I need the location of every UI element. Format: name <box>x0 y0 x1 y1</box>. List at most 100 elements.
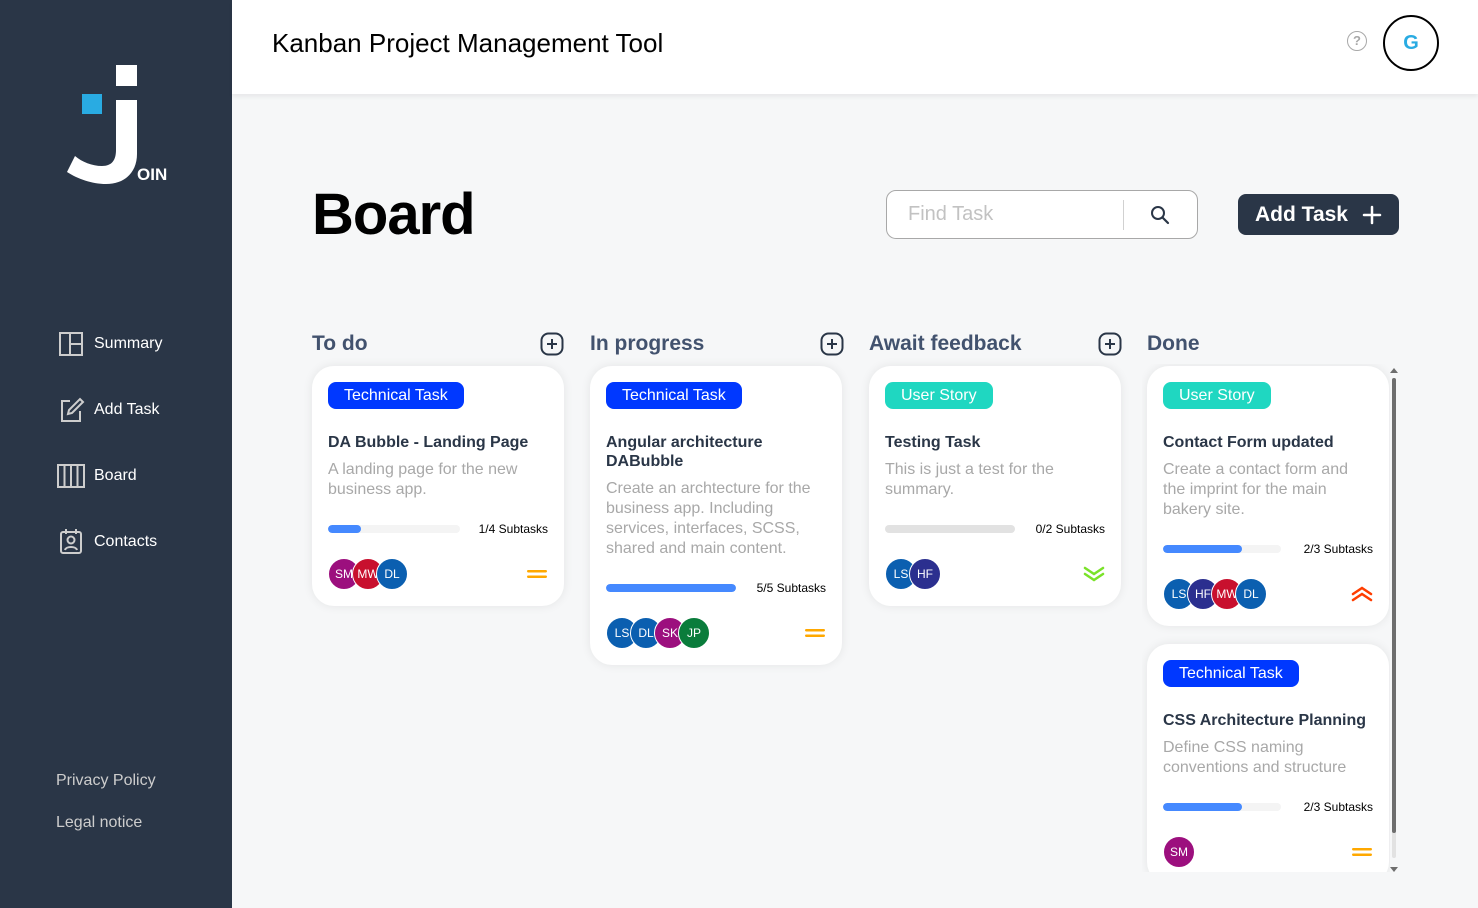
category-tag: User Story <box>885 382 993 409</box>
subtask-progress: 1/4 Subtasks <box>328 522 548 536</box>
user-avatar[interactable]: G <box>1383 15 1439 71</box>
top-header: Kanban Project Management Tool ? G <box>232 0 1478 94</box>
sidebar-item-label: Add Task <box>94 401 160 418</box>
progress-fill <box>1163 803 1242 811</box>
search-input[interactable] <box>887 203 1123 226</box>
card-description: Define CSS naming conventions and struct… <box>1163 739 1347 776</box>
progress-bar <box>885 525 1015 533</box>
add-task-icon <box>61 397 85 422</box>
subtask-count: 2/3 Subtasks <box>1303 542 1373 556</box>
card-description: A landing page for the new business app. <box>328 461 518 498</box>
assignee-list: LS HF <box>885 558 941 590</box>
scroll-thumb[interactable] <box>1392 378 1396 833</box>
column-header-todo: To do <box>312 330 564 358</box>
task-card[interactable]: Technical Task CSS Architecture Planning D… <box>1147 644 1389 872</box>
column-title: Await feedback <box>869 332 1022 355</box>
search-icon <box>1151 205 1170 224</box>
category-tag: Technical Task <box>606 382 742 409</box>
subtask-count: 5/5 Subtasks <box>756 581 826 595</box>
assignee-avatar: DL <box>1235 578 1267 610</box>
sidebar: OIN Summary Add Task Board Contacts Priv… <box>0 0 232 908</box>
column-header-await-feedback: Await feedback <box>869 330 1122 358</box>
task-card[interactable]: User Story Contact Form updated Create a c… <box>1147 366 1389 626</box>
card-title: Angular architecture DABubble <box>606 434 763 470</box>
sidebar-item-label: Summary <box>94 335 163 352</box>
board-icon <box>57 464 85 488</box>
progress-bar <box>1163 545 1281 553</box>
assignee-avatar: JP <box>678 617 710 649</box>
assignee-list: LS HF MW DL <box>1163 578 1267 610</box>
progress-fill <box>1163 545 1242 553</box>
card-footer: SM MW DL <box>328 558 548 590</box>
app-title: Kanban Project Management Tool <box>272 28 664 58</box>
category-tag: User Story <box>1163 382 1271 409</box>
task-card[interactable]: Technical Task DA Bubble - Landing Page A … <box>312 366 564 606</box>
contacts-icon <box>60 529 82 554</box>
logo-text: OIN <box>137 165 167 184</box>
task-card[interactable]: Technical Task Angular architecture DABub… <box>590 366 842 665</box>
assignee-list: SM <box>1163 836 1195 868</box>
sidebar-item-contacts[interactable]: Contacts <box>56 526 162 558</box>
card-footer: LS HF MW DL <box>1163 578 1373 610</box>
card-description: This is just a test for the summary. <box>885 461 1054 498</box>
card-title: CSS Architecture Planning <box>1163 712 1366 729</box>
progress-bar <box>606 584 736 592</box>
card-description: Create an archtecture for the business a… <box>606 480 811 557</box>
sidebar-item-label: Board <box>94 467 137 484</box>
priority-medium-icon <box>1352 848 1372 856</box>
category-tag: Technical Task <box>1163 660 1299 687</box>
add-column-task-icon[interactable] <box>540 332 564 356</box>
assignee-list: SM MW DL <box>328 558 408 590</box>
subtask-progress: 0/2 Subtasks <box>885 522 1105 536</box>
subtask-count: 0/2 Subtasks <box>1035 522 1105 536</box>
done-column-scroll[interactable]: User Story Contact Form updated Create a c… <box>1142 364 1390 872</box>
assignee-avatar: DL <box>376 558 408 590</box>
add-task-label: Add Task <box>1255 202 1348 226</box>
assignee-list: LS DL SK JP <box>606 617 710 649</box>
card-footer: LS DL SK JP <box>606 617 826 649</box>
assignee-avatar: HF <box>909 558 941 590</box>
card-title: Testing Task <box>885 434 981 451</box>
progress-bar <box>1163 803 1281 811</box>
card-title: Contact Form updated <box>1163 434 1334 451</box>
subtask-progress: 2/3 Subtasks <box>1163 800 1373 814</box>
task-card[interactable]: User Story Testing Task This is just a tes… <box>869 366 1121 606</box>
sidebar-item-board[interactable]: Board <box>56 460 162 492</box>
priority-low-icon <box>1083 566 1105 582</box>
column-title: In progress <box>590 332 705 355</box>
search-box <box>886 190 1198 239</box>
subtask-progress: 5/5 Subtasks <box>606 581 826 595</box>
card-description: Create a contact form and the imprint fo… <box>1163 461 1348 518</box>
add-task-button[interactable]: Add Task <box>1238 194 1399 235</box>
subtask-progress: 2/3 Subtasks <box>1163 542 1373 556</box>
sidebar-nav: Summary Add Task Board Contacts <box>56 328 162 592</box>
privacy-policy-link[interactable]: Privacy Policy <box>56 772 156 790</box>
progress-fill <box>328 525 361 533</box>
sidebar-item-summary[interactable]: Summary <box>56 328 162 360</box>
legal-notice-link[interactable]: Legal notice <box>56 814 156 832</box>
help-icon[interactable]: ? <box>1347 31 1367 51</box>
priority-urgent-icon <box>1351 586 1373 602</box>
sidebar-item-add-task[interactable]: Add Task <box>56 394 162 426</box>
page-title: Board <box>312 182 476 247</box>
add-column-task-icon[interactable] <box>820 332 844 356</box>
add-column-task-icon[interactable] <box>1098 332 1122 356</box>
progress-bar <box>328 525 460 533</box>
search-button[interactable] <box>1124 191 1197 238</box>
summary-icon <box>59 332 83 356</box>
progress-fill <box>606 584 736 592</box>
join-logo[interactable]: OIN <box>62 62 182 192</box>
column-title: To do <box>312 332 368 355</box>
card-footer: LS HF <box>885 558 1105 590</box>
assignee-avatar: SM <box>1163 836 1195 868</box>
category-tag: Technical Task <box>328 382 464 409</box>
card-title: DA Bubble - Landing Page <box>328 434 529 451</box>
sidebar-item-label: Contacts <box>94 533 158 550</box>
scrollbar[interactable] <box>1389 368 1399 872</box>
column-header-in-progress: In progress <box>590 330 844 358</box>
scroll-up-arrow[interactable] <box>1390 368 1398 373</box>
subtask-count: 1/4 Subtasks <box>478 522 548 536</box>
legal-links: Privacy Policy Legal notice <box>56 772 156 856</box>
column-title: Done <box>1147 332 1200 355</box>
scroll-down-arrow[interactable] <box>1390 867 1398 872</box>
